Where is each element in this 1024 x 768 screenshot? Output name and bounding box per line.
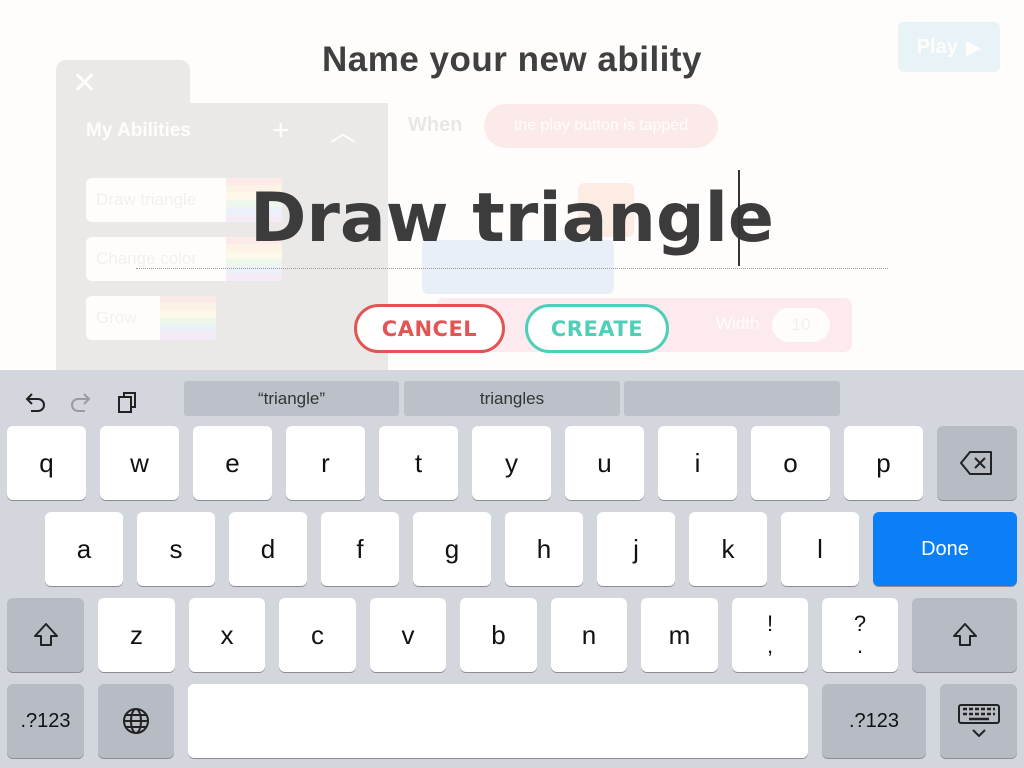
- text-caret: [738, 170, 740, 266]
- key-n[interactable]: n: [551, 598, 627, 672]
- suggestion-item[interactable]: “triangle”: [184, 381, 399, 416]
- key-question-period[interactable]: ? .: [822, 598, 898, 672]
- key-i[interactable]: i: [658, 426, 737, 500]
- key-bottom-char: .: [856, 633, 864, 658]
- ability-name-field-wrapper: [136, 170, 888, 269]
- key-y[interactable]: y: [472, 426, 551, 500]
- when-label: When: [408, 114, 463, 136]
- screen: Play ▶ ✕ My Abilities + ︿ Draw triangle C…: [0, 0, 1024, 768]
- key-a[interactable]: a: [45, 512, 123, 586]
- shift-key-left[interactable]: [7, 598, 84, 672]
- key-f[interactable]: f: [321, 512, 399, 586]
- dialog-title: Name your new ability: [321, 40, 703, 79]
- undo-icon[interactable]: [20, 387, 50, 417]
- key-r[interactable]: r: [286, 426, 365, 500]
- chevron-up-icon: ︿: [330, 117, 357, 147]
- space-bar[interactable]: [188, 684, 808, 758]
- shift-icon: [33, 623, 58, 646]
- key-m[interactable]: m: [641, 598, 718, 672]
- key-d[interactable]: d: [229, 512, 307, 586]
- trigger-pill: the play button is tapped: [484, 104, 718, 148]
- key-z[interactable]: z: [98, 598, 175, 672]
- key-t[interactable]: t: [379, 426, 458, 500]
- create-button[interactable]: CREATE: [525, 304, 669, 353]
- shift-icon: [952, 623, 977, 646]
- key-bottom-char: ,: [766, 633, 774, 658]
- key-s[interactable]: s: [137, 512, 215, 586]
- sidebar-title: My Abilities: [86, 120, 191, 141]
- key-j[interactable]: j: [597, 512, 675, 586]
- keyboard-dismiss-icon: [957, 704, 1000, 738]
- key-w[interactable]: w: [100, 426, 179, 500]
- globe-key[interactable]: [98, 684, 174, 758]
- key-v[interactable]: v: [370, 598, 446, 672]
- key-top-char: ?: [853, 611, 867, 636]
- key-exclamation-comma[interactable]: ! ,: [732, 598, 808, 672]
- rainbow-decoration: [160, 296, 216, 340]
- shift-key-right[interactable]: [912, 598, 1017, 672]
- width-value: 10: [772, 308, 830, 342]
- globe-icon: [123, 708, 149, 734]
- key-top-char: !: [766, 611, 774, 636]
- suggestion-item[interactable]: [624, 381, 840, 416]
- key-q[interactable]: q: [7, 426, 86, 500]
- cancel-button[interactable]: CANCEL: [354, 304, 505, 353]
- backspace-key[interactable]: [937, 426, 1017, 500]
- key-u[interactable]: u: [565, 426, 644, 500]
- suggestion-item[interactable]: triangles: [404, 381, 620, 416]
- key-g[interactable]: g: [413, 512, 491, 586]
- key-c[interactable]: c: [279, 598, 356, 672]
- paste-icon[interactable]: [112, 387, 142, 417]
- redo-icon[interactable]: [66, 387, 96, 417]
- width-label: Width: [716, 314, 760, 333]
- on-screen-keyboard: “triangle” triangles q w e r t y u i o p…: [0, 370, 1024, 768]
- key-h[interactable]: h: [505, 512, 583, 586]
- numbers-key-left[interactable]: .?123: [7, 684, 84, 758]
- key-l[interactable]: l: [781, 512, 859, 586]
- key-o[interactable]: o: [751, 426, 830, 500]
- backspace-icon: [960, 451, 992, 475]
- done-key[interactable]: Done: [873, 512, 1017, 586]
- key-b[interactable]: b: [460, 598, 537, 672]
- key-e[interactable]: e: [193, 426, 272, 500]
- keyboard-dismiss-key[interactable]: [940, 684, 1017, 758]
- key-k[interactable]: k: [689, 512, 767, 586]
- numbers-key-right[interactable]: .?123: [822, 684, 926, 758]
- ability-item: Grow: [86, 296, 176, 340]
- key-p[interactable]: p: [844, 426, 923, 500]
- ability-name-input[interactable]: [136, 170, 888, 266]
- add-icon: +: [272, 114, 290, 147]
- key-x[interactable]: x: [189, 598, 265, 672]
